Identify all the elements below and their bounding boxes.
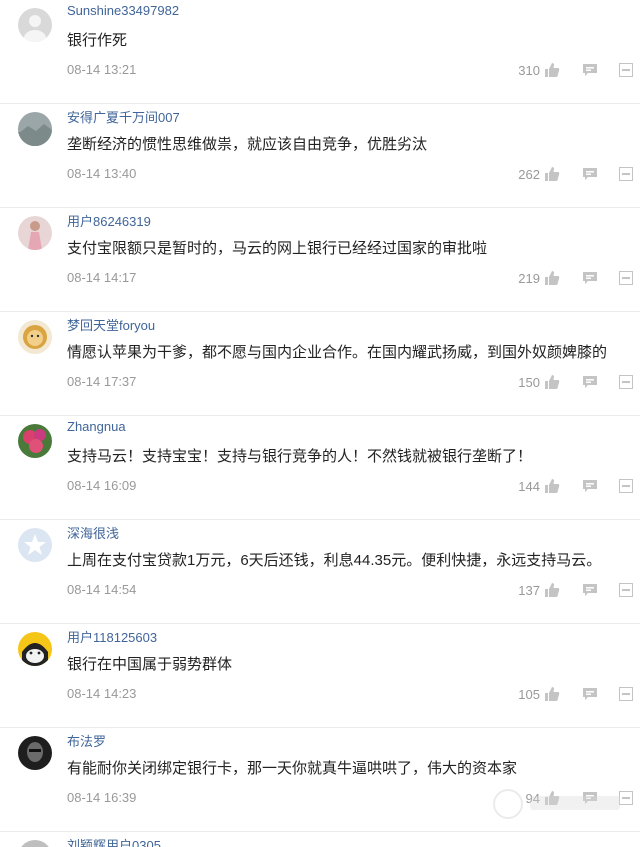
more-menu-icon[interactable] bbox=[619, 375, 633, 389]
username[interactable]: 用户86246319 bbox=[67, 211, 151, 230]
timestamp: 08-14 14:23 bbox=[67, 686, 137, 701]
comment-text: 垄断经济的惯性思维做祟，就应该自由竞争，优胜劣汰 bbox=[67, 136, 428, 153]
comment-item: Zhangnua 支持马云！支持宝宝！支持与银行竞争的人！不然钱就被银行垄断了！… bbox=[0, 416, 640, 520]
comment-text: 上周在支付宝贷款1万元，6天后还钱，利息44.35元。便利快捷，永远支持马云。 bbox=[67, 552, 602, 569]
username[interactable]: 刘颖辉用户0305 bbox=[67, 835, 161, 847]
timestamp: 08-14 16:39 bbox=[67, 790, 137, 805]
username[interactable]: 用户118125603 bbox=[67, 627, 157, 646]
user-avatar[interactable] bbox=[18, 216, 52, 250]
reply-bubble-icon[interactable] bbox=[582, 478, 598, 494]
reply-bubble-icon[interactable] bbox=[582, 270, 598, 286]
timestamp: 08-14 13:40 bbox=[67, 166, 137, 181]
username[interactable]: Zhangnua bbox=[67, 419, 126, 434]
comment-item: 安得广夏千万间007 垄断经济的惯性思维做祟，就应该自由竞争，优胜劣汰 08-1… bbox=[0, 104, 640, 208]
like-count: 262 bbox=[518, 167, 540, 182]
comment-text: 支持马云！支持宝宝！支持与银行竞争的人！不然钱就被银行垄断了！ bbox=[67, 448, 533, 465]
timestamp: 08-14 14:17 bbox=[67, 270, 137, 285]
like-count: 310 bbox=[518, 63, 540, 78]
thumbs-up-icon[interactable] bbox=[544, 582, 560, 598]
comment-item: 深海很浅 上周在支付宝贷款1万元，6天后还钱，利息44.35元。便利快捷，永远支… bbox=[0, 520, 640, 624]
comment-item-partial: 刘颖辉用户0305 bbox=[0, 832, 640, 847]
username[interactable]: 布法罗 bbox=[67, 731, 106, 750]
comment-item: Sunshine33497982 银行作死 08-14 13:21 310 bbox=[0, 0, 640, 104]
like-count: 105 bbox=[518, 687, 540, 702]
user-avatar[interactable] bbox=[18, 8, 52, 42]
username[interactable]: 深海很浅 bbox=[67, 523, 119, 542]
thumbs-up-icon[interactable] bbox=[544, 62, 560, 78]
user-avatar[interactable] bbox=[18, 632, 52, 666]
thumbs-up-icon[interactable] bbox=[544, 166, 560, 182]
user-avatar[interactable] bbox=[18, 840, 52, 847]
username[interactable]: Sunshine33497982 bbox=[67, 3, 179, 18]
more-menu-icon[interactable] bbox=[619, 167, 633, 181]
more-menu-icon[interactable] bbox=[619, 583, 633, 597]
like-count: 137 bbox=[518, 583, 540, 598]
comment-item: 用户86246319 支付宝限额只是暂时的，马云的网上银行已经经过国家的审批啦 … bbox=[0, 208, 640, 312]
user-avatar[interactable] bbox=[18, 528, 52, 562]
user-avatar[interactable] bbox=[18, 424, 52, 458]
thumbs-up-icon[interactable] bbox=[544, 270, 560, 286]
watermark-logo bbox=[493, 789, 620, 819]
timestamp: 08-14 16:09 bbox=[67, 478, 137, 493]
comment-text: 情愿认苹果为干爹，都不愿与国内企业合作。在国内耀武扬威，到国外奴颜婢膝的 bbox=[67, 344, 608, 361]
more-menu-icon[interactable] bbox=[619, 63, 633, 77]
comment-item: 梦回天堂foryou 情愿认苹果为干爹，都不愿与国内企业合作。在国内耀武扬威，到… bbox=[0, 312, 640, 416]
comment-item: 用户118125603 银行在中国属于弱势群体 08-14 14:23 105 bbox=[0, 624, 640, 728]
thumbs-up-icon[interactable] bbox=[544, 686, 560, 702]
user-avatar[interactable] bbox=[18, 112, 52, 146]
timestamp: 08-14 17:37 bbox=[67, 374, 137, 389]
comment-text: 银行作死 bbox=[67, 32, 128, 49]
reply-bubble-icon[interactable] bbox=[582, 374, 598, 390]
thumbs-up-icon[interactable] bbox=[544, 478, 560, 494]
timestamp: 08-14 13:21 bbox=[67, 62, 137, 77]
reply-bubble-icon[interactable] bbox=[582, 582, 598, 598]
reply-bubble-icon[interactable] bbox=[582, 166, 598, 182]
comment-text: 支付宝限额只是暂时的，马云的网上银行已经经过国家的审批啦 bbox=[67, 240, 488, 257]
user-avatar[interactable] bbox=[18, 736, 52, 770]
like-count: 144 bbox=[518, 479, 540, 494]
reply-bubble-icon[interactable] bbox=[582, 62, 598, 78]
username[interactable]: 安得广夏千万间007 bbox=[67, 107, 180, 126]
user-avatar[interactable] bbox=[18, 320, 52, 354]
reply-bubble-icon[interactable] bbox=[582, 686, 598, 702]
comment-text: 有能耐你关闭绑定银行卡，那一天你就真牛逼哄哄了，伟大的资本家 bbox=[67, 760, 518, 777]
timestamp: 08-14 14:54 bbox=[67, 582, 137, 597]
more-menu-icon[interactable] bbox=[619, 271, 633, 285]
like-count: 150 bbox=[518, 375, 540, 390]
thumbs-up-icon[interactable] bbox=[544, 374, 560, 390]
username[interactable]: 梦回天堂foryou bbox=[67, 315, 155, 334]
more-menu-icon[interactable] bbox=[619, 479, 633, 493]
more-menu-icon[interactable] bbox=[619, 687, 633, 701]
comment-text: 银行在中国属于弱势群体 bbox=[67, 656, 233, 673]
like-count: 219 bbox=[518, 271, 540, 286]
